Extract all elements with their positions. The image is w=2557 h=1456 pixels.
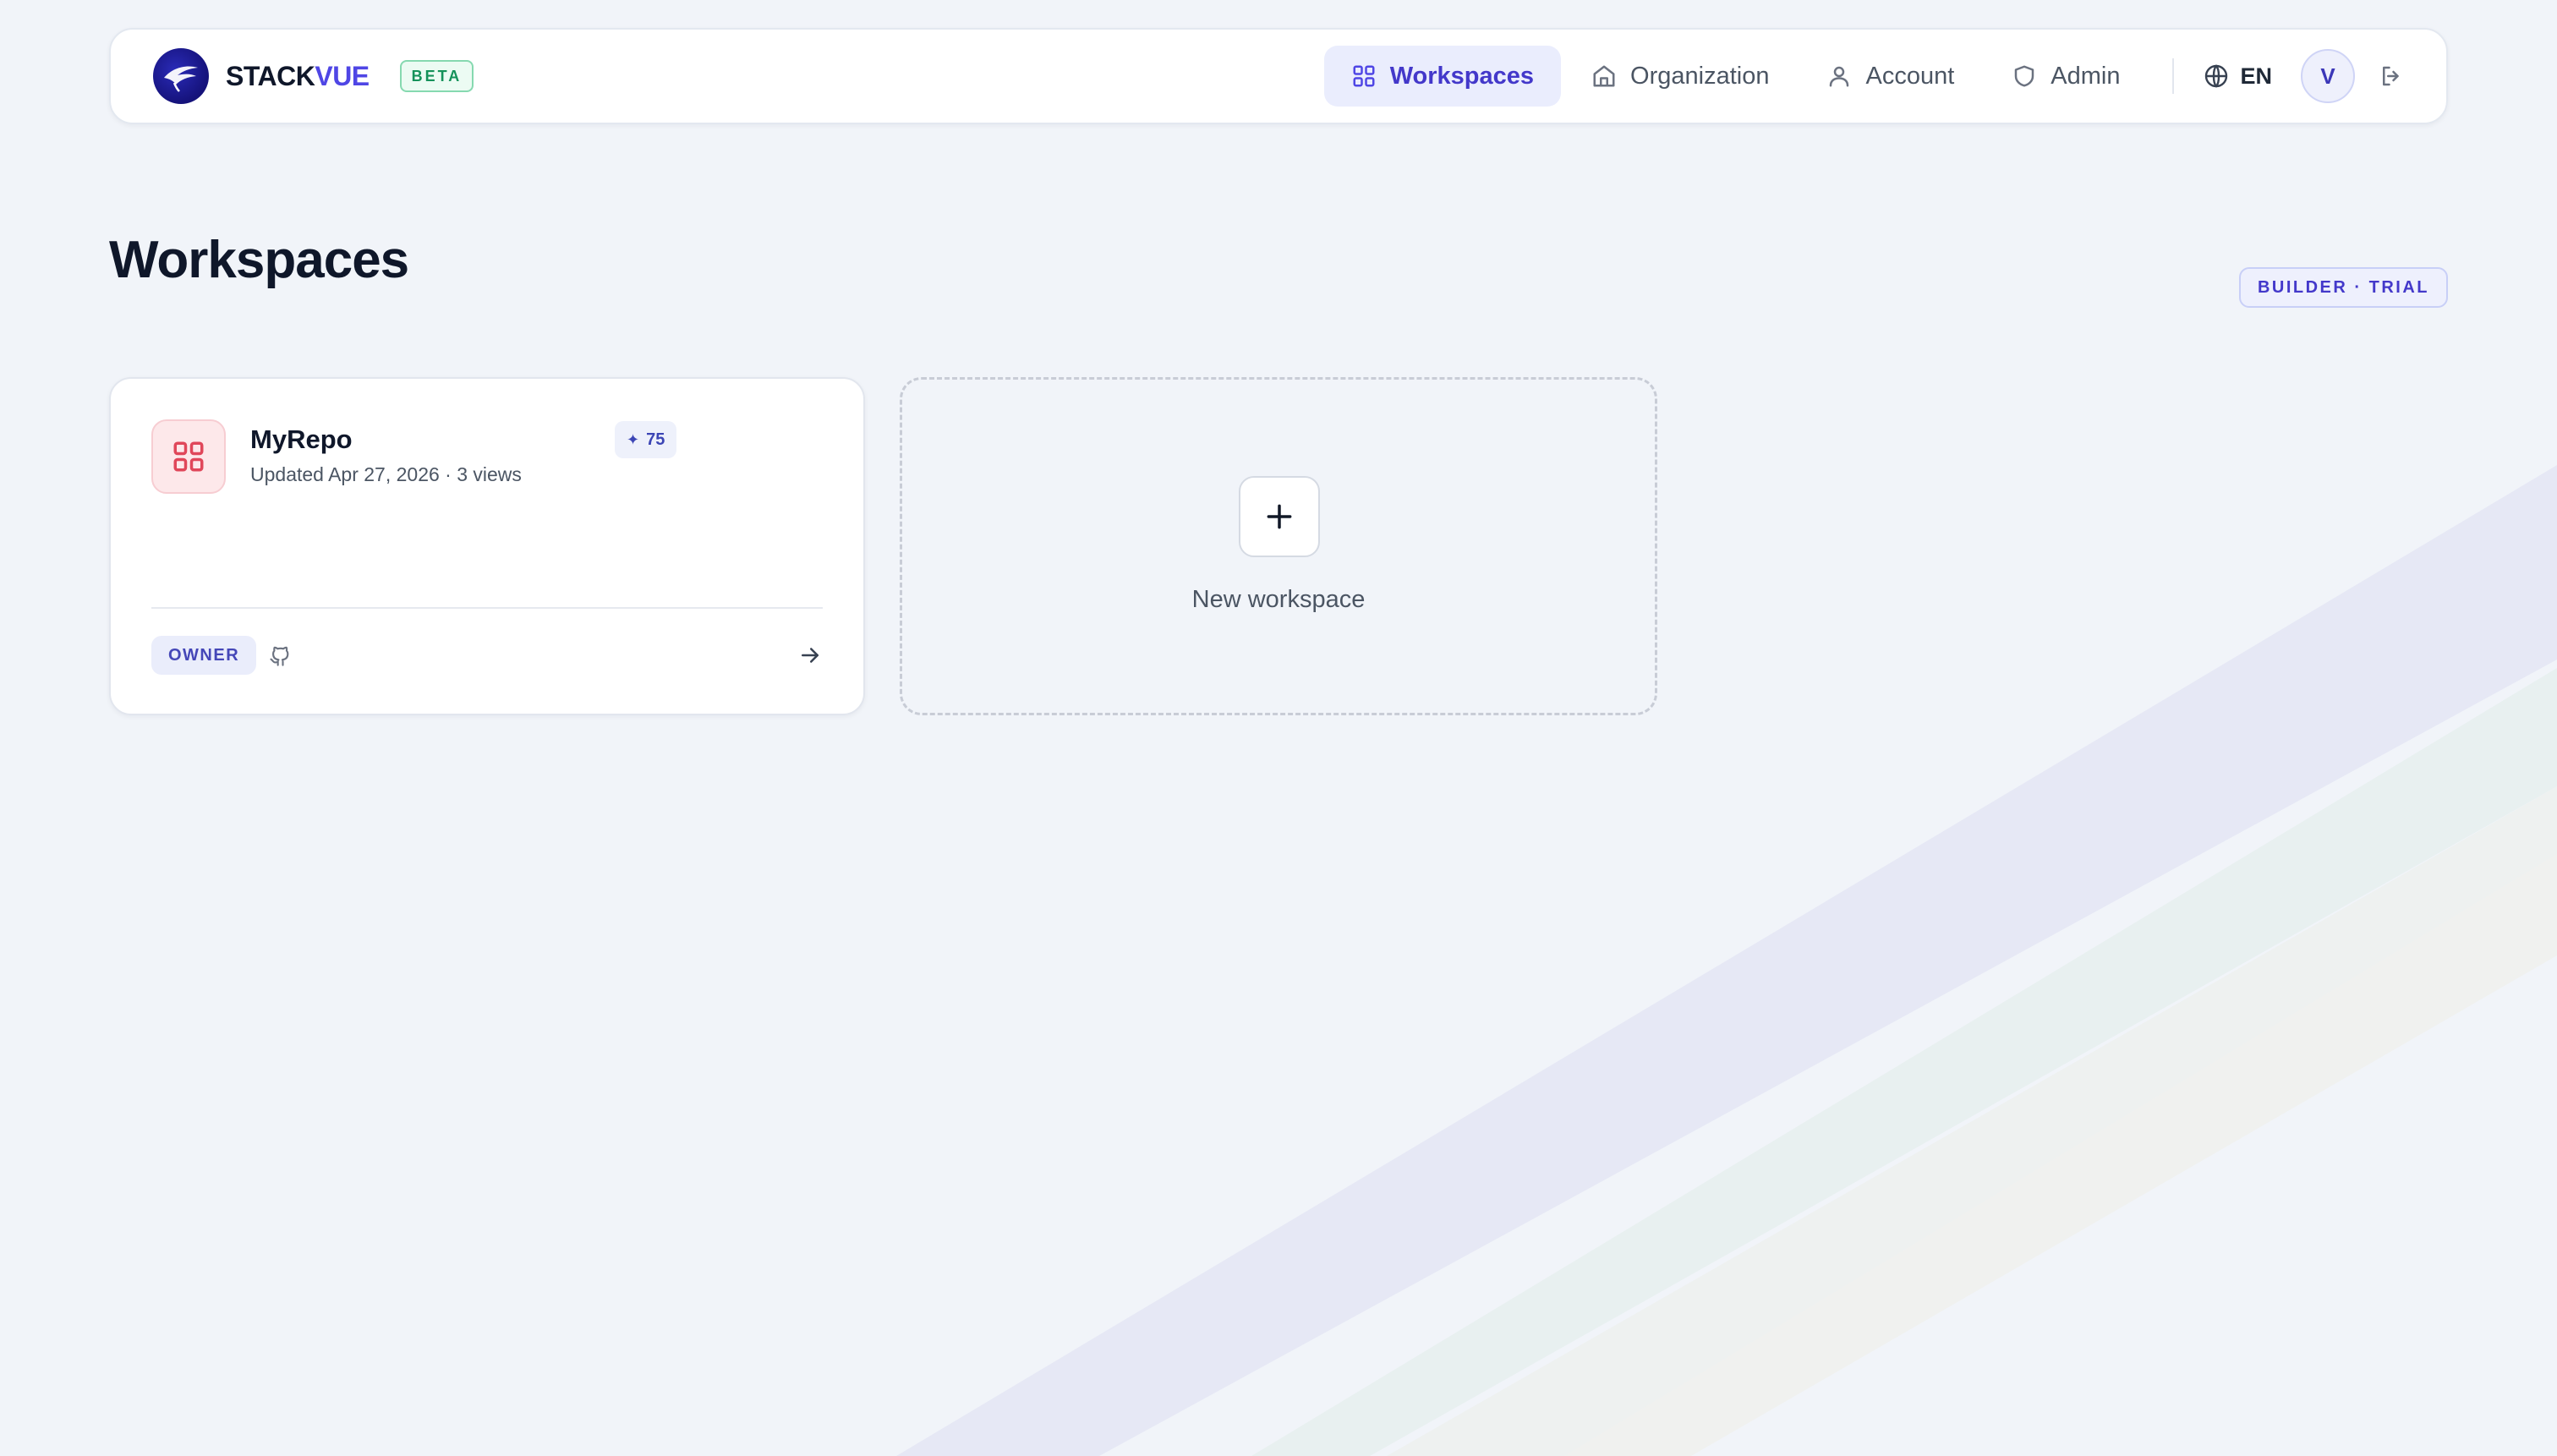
grid-icon <box>173 441 204 472</box>
plus-icon <box>1267 504 1292 529</box>
nav-item-account[interactable]: Account <box>1799 46 1981 107</box>
workspace-icon <box>151 419 226 494</box>
plan-badge: BUILDER · TRIAL <box>2238 267 2448 308</box>
background-decoration <box>896 465 2557 1456</box>
nav-item-label: Admin <box>2051 62 2121 90</box>
nav-item-label: Workspaces <box>1389 62 1535 90</box>
page-title: Workspaces <box>109 231 409 289</box>
globe-icon <box>2205 64 2228 88</box>
workspace-score: 75 <box>646 430 665 449</box>
nav-item-organization[interactable]: Organization <box>1564 46 1796 107</box>
github-icon <box>270 646 289 666</box>
github-link[interactable] <box>268 643 292 671</box>
logout-icon <box>2383 66 2399 86</box>
new-workspace-button[interactable] <box>1239 476 1320 557</box>
language-switcher[interactable]: EN <box>2203 63 2272 90</box>
user-icon <box>1830 66 1849 87</box>
nav-item-workspaces[interactable]: Workspaces <box>1323 46 1562 107</box>
top-navbar: STACKVUE BETA Workspaces Organization Ac… <box>109 28 2448 124</box>
beta-badge: BETA <box>399 60 474 92</box>
workspace-meta: Updated Apr 27, 2026 · 3 views <box>250 463 522 485</box>
workspace-name: MyRepo <box>250 424 353 454</box>
nav-item-label: Account <box>1865 62 1955 90</box>
brand-logo <box>153 48 209 104</box>
home-icon <box>1593 65 1615 87</box>
nav-item-admin[interactable]: Admin <box>1985 46 2147 107</box>
workspace-card[interactable]: MyRepo Updated Apr 27, 2026 · 3 views ✦ … <box>109 377 865 715</box>
nav-divider <box>2172 58 2175 94</box>
workspace-score-badge: ✦ 75 <box>615 421 677 458</box>
sparkle-icon: ✦ <box>627 430 640 448</box>
arrow-right-icon <box>802 648 819 663</box>
open-workspace-button[interactable] <box>797 643 823 672</box>
shield-icon <box>2015 65 2034 87</box>
card-divider <box>151 607 823 609</box>
brand-name: STACKVUE <box>226 60 370 91</box>
new-workspace-card[interactable]: New workspace <box>900 377 1657 715</box>
grid-icon <box>1353 65 1375 87</box>
logout-button[interactable] <box>2379 63 2404 89</box>
nav-item-label: Organization <box>1630 62 1770 90</box>
language-label: EN <box>2240 63 2272 89</box>
role-badge: OWNER <box>151 636 257 675</box>
new-workspace-label: New workspace <box>1191 586 1366 613</box>
brand[interactable]: STACKVUE BETA <box>153 48 474 104</box>
user-avatar[interactable]: V <box>2301 49 2355 103</box>
